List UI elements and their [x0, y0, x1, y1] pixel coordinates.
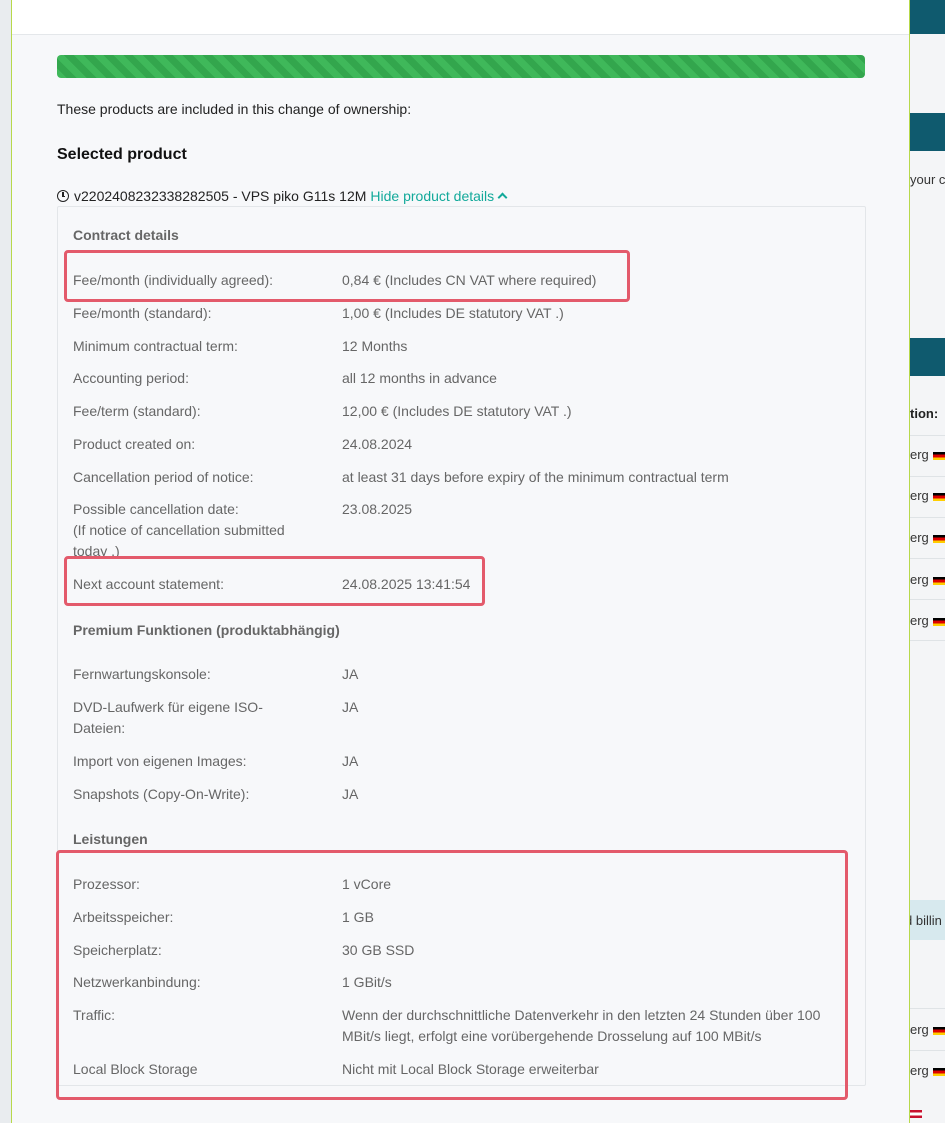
germany-flag-icon: [932, 451, 945, 460]
product-name: v2202408232338282505 - VPS piko G11s 12M: [74, 188, 367, 204]
germany-flag-icon: [932, 617, 945, 626]
contract-details-title: Contract details: [73, 227, 179, 243]
detail-label: Cancellation period of notice:: [73, 469, 254, 485]
germany-flag-icon: [932, 1026, 945, 1035]
bg-cell: erg: [910, 572, 945, 587]
detail-value: JA: [342, 666, 359, 682]
bg-cell: erg: [910, 613, 945, 628]
bg-fragment: your cu: [910, 172, 945, 187]
bg-cell: erg: [910, 1063, 945, 1078]
bg-cell: [910, 1105, 922, 1120]
performance-title: Leistungen: [73, 831, 148, 847]
detail-label: Minimum contractual term:: [73, 338, 238, 354]
modal-header: [12, 0, 909, 35]
bg-cell: erg: [910, 1022, 945, 1037]
detail-label: Fee/month (standard):: [73, 305, 212, 321]
clock-icon: [57, 190, 69, 202]
detail-label: Snapshots (Copy-On-Write):: [73, 786, 250, 802]
detail-value: JA: [342, 699, 359, 715]
austria-flag-icon: [910, 1109, 922, 1118]
detail-label: Import von eigenen Images:: [73, 753, 247, 769]
germany-flag-icon: [932, 534, 945, 543]
progress-bar: [57, 55, 865, 78]
detail-label: Fernwartungskonsole:: [73, 666, 211, 682]
detail-value: JA: [342, 753, 359, 769]
detail-value: 24.08.2024: [342, 436, 413, 452]
germany-flag-icon: [932, 492, 945, 501]
detail-value: all 12 months in advance: [342, 370, 497, 386]
detail-label: Fee/term (standard):: [73, 403, 201, 419]
highlight-performance-box: [56, 850, 848, 1100]
detail-value: 12,00 € (Includes DE statutory VAT .): [342, 403, 572, 419]
bg-fragment: d billin: [905, 913, 942, 928]
intro-text: These products are included in this chan…: [57, 101, 412, 117]
bg-cell: erg: [910, 447, 945, 462]
hide-product-details-link[interactable]: Hide product details: [370, 188, 508, 204]
highlight-fee-box: [64, 250, 630, 302]
detail-label: DVD-Laufwerk für eigene ISO-Dateien:: [73, 699, 263, 736]
detail-value: 1,00 € (Includes DE statutory VAT .): [342, 305, 564, 321]
detail-value: JA: [342, 786, 359, 802]
selected-product-title: Selected product: [57, 146, 187, 163]
detail-label: Accounting period:: [73, 370, 189, 386]
detail-label: Product created on:: [73, 436, 196, 452]
detail-label: Possible cancellation date: (If notice o…: [73, 501, 285, 559]
detail-value: at least 31 days before expiry of the mi…: [342, 469, 729, 485]
premium-functions-title: Premium Funktionen (produktabhängig): [73, 622, 340, 638]
detail-value: 23.08.2025: [342, 501, 413, 517]
detail-value: 12 Months: [342, 338, 408, 354]
bg-cell: erg: [910, 530, 945, 545]
ownership-change-modal: These products are included in this chan…: [11, 0, 910, 1123]
product-line: v2202408232338282505 - VPS piko G11s 12M…: [57, 188, 508, 204]
germany-flag-icon: [932, 1067, 945, 1076]
germany-flag-icon: [932, 576, 945, 585]
bg-fragment: tion:: [910, 406, 939, 421]
bg-cell: erg: [910, 488, 945, 503]
highlight-statement-box: [64, 556, 485, 606]
chevron-up-icon: [497, 192, 508, 203]
